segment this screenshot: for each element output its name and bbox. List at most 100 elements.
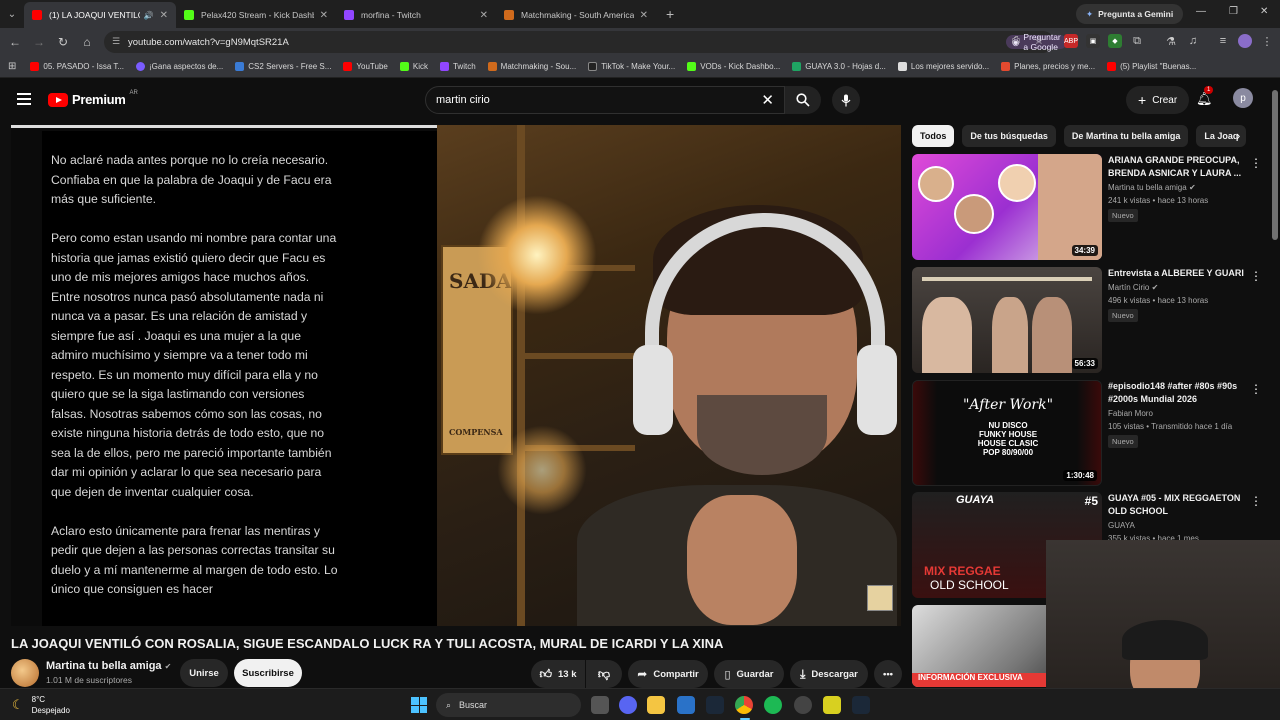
tab-search-icon[interactable]: ⌄: [0, 0, 24, 28]
gemini-button[interactable]: ✦ Pregunta a Gemini: [1076, 4, 1184, 24]
spotify-icon[interactable]: [764, 696, 782, 714]
bookmark-item[interactable]: TikTok - Make Your...: [588, 62, 675, 71]
recommendation-channel[interactable]: Martina tu bella amiga ✔: [1108, 183, 1196, 192]
task-view-icon[interactable]: [591, 696, 609, 714]
steam-icon[interactable]: [852, 696, 870, 714]
discord-icon[interactable]: [619, 696, 637, 714]
home-icon[interactable]: ⌂: [75, 35, 99, 49]
minimize-icon[interactable]: —: [1196, 6, 1206, 17]
steam-icon[interactable]: [706, 696, 724, 714]
close-window-icon[interactable]: ✕: [1260, 6, 1268, 17]
chip-from-channel[interactable]: De Martina tu bella amiga: [1063, 125, 1189, 147]
search-input[interactable]: martin cirio ✕: [425, 86, 785, 114]
forward-icon[interactable]: →: [27, 35, 51, 49]
file-explorer-icon[interactable]: [647, 696, 665, 714]
tab-youtube[interactable]: (1) LA JOAQUI VENTILÓ CO 🔊 ✕: [24, 2, 176, 28]
bookmark-item[interactable]: Kick: [399, 62, 428, 71]
bookmark-item[interactable]: Planes, precios y me...: [1001, 62, 1095, 71]
recommendation-title[interactable]: ARIANA GRANDE PREOCUPA, BRENDA ASNICAR Y…: [1108, 154, 1246, 180]
share-button[interactable]: ➦ Compartir: [628, 660, 708, 688]
extension-icon[interactable]: ▣: [1086, 34, 1100, 48]
tab-twitch[interactable]: morfina - Twitch ✕: [336, 2, 496, 28]
close-tab-icon[interactable]: ✕: [480, 10, 488, 21]
search-button[interactable]: [785, 86, 821, 114]
close-tab-icon[interactable]: ✕: [160, 10, 168, 21]
page-scrollbar[interactable]: [1272, 90, 1278, 240]
youtube-logo[interactable]: Premium AR: [48, 90, 138, 107]
bookmark-item[interactable]: GUAYA 3.0 - Hojas d...: [792, 62, 886, 71]
chevron-right-icon[interactable]: ›: [1236, 128, 1240, 143]
close-tab-icon[interactable]: ✕: [640, 10, 648, 21]
tab-kick[interactable]: Pelax420 Stream - Kick Dashbo ✕: [176, 2, 336, 28]
bookmark-item[interactable]: ¡Gana aspectos de...: [136, 62, 223, 71]
chip-from-searches[interactable]: De tus búsquedas: [962, 125, 1056, 147]
site-info-icon[interactable]: ☰: [112, 36, 120, 47]
account-avatar[interactable]: p: [1233, 88, 1253, 108]
windows-start-icon[interactable]: [411, 697, 427, 713]
new-tab-icon[interactable]: +: [666, 6, 674, 22]
create-button[interactable]: + Crear: [1126, 86, 1190, 114]
close-tab-icon[interactable]: ✕: [320, 10, 328, 21]
apps-grid-icon[interactable]: ⊞: [8, 61, 16, 72]
voice-search-button[interactable]: [832, 86, 860, 114]
dislike-button[interactable]: 👎︎: [586, 660, 622, 688]
video-player[interactable]: No aclaré nada antes porque no lo creía …: [11, 125, 901, 626]
join-button[interactable]: Unirse: [180, 659, 228, 687]
chip-all[interactable]: Todos: [912, 125, 955, 147]
recommendation-title[interactable]: Entrevista a ALBEREE Y GUARI: [1108, 267, 1246, 280]
more-vertical-icon[interactable]: ⋮: [1250, 382, 1262, 396]
bookmark-item[interactable]: Matchmaking - Sou...: [487, 62, 576, 71]
channel-name[interactable]: Martina tu bella amiga ✔: [46, 660, 171, 672]
save-button[interactable]: ▯ Guardar: [714, 660, 784, 688]
back-icon[interactable]: ←: [3, 35, 27, 49]
bookmark-item[interactable]: CS2 Servers - Free S...: [235, 62, 331, 71]
recommendation-channel[interactable]: Martín Cirio ✔: [1108, 283, 1158, 292]
notifications-button[interactable]: 🔔︎ 1: [1196, 86, 1214, 107]
reload-icon[interactable]: ↻: [51, 35, 75, 49]
app-icon[interactable]: [823, 696, 841, 714]
bookmark-item[interactable]: Twitch: [439, 62, 476, 71]
bookmark-item[interactable]: VODs - Kick Dashbo...: [687, 62, 780, 71]
bookmark-item[interactable]: YouTube: [343, 62, 388, 71]
more-menu-icon[interactable]: ⋮: [1260, 34, 1274, 48]
recommendation-title[interactable]: #episodio148 #after #80s #90s #2000s Mun…: [1108, 380, 1246, 406]
audio-icon[interactable]: 🔊: [144, 11, 154, 20]
more-vertical-icon[interactable]: ⋮: [1250, 156, 1262, 170]
clear-search-icon[interactable]: ✕: [761, 91, 774, 109]
outlook-icon[interactable]: [677, 696, 695, 714]
more-vertical-icon[interactable]: ⋮: [1250, 269, 1262, 283]
more-actions-button[interactable]: •••: [874, 660, 902, 688]
media-icon[interactable]: ♫: [1186, 34, 1200, 48]
bookmark-star-icon[interactable]: ☆: [1034, 34, 1044, 47]
video-thumbnail[interactable]: 34:39: [912, 154, 1102, 260]
channel-avatar[interactable]: [11, 659, 39, 687]
playlist-icon[interactable]: ≡: [1216, 34, 1230, 48]
bookmark-item[interactable]: (5) Playlist "Buenas...: [1107, 62, 1196, 71]
adblock-icon[interactable]: ABP: [1064, 34, 1078, 48]
like-button[interactable]: 👍︎ 13 k: [531, 660, 585, 688]
url-input[interactable]: ☰ youtube.com/watch?v=gN9MqtSR21A ◉ Preg…: [104, 31, 1067, 53]
flask-icon[interactable]: ⚗: [1164, 34, 1178, 48]
video-thumbnail[interactable]: "After Work" NU DISCO FUNKY HOUSE HOUSE …: [912, 380, 1102, 486]
bookmark-item[interactable]: 05. PASADO - Issa T...: [30, 62, 124, 71]
tab-matchmaking[interactable]: Matchmaking - South America ✕: [496, 2, 656, 28]
recommendation-channel[interactable]: GUAYA: [1108, 521, 1135, 530]
menu-icon[interactable]: [17, 93, 31, 108]
more-vertical-icon[interactable]: ⋮: [1250, 494, 1262, 508]
recommendation-item[interactable]: "After Work" NU DISCO FUNKY HOUSE HOUSE …: [912, 380, 1262, 486]
channel-watermark[interactable]: [867, 585, 893, 611]
profile-icon[interactable]: [1238, 34, 1252, 48]
weather-widget[interactable]: ☾ 8°C Despejado: [12, 694, 70, 716]
obs-icon[interactable]: [794, 696, 812, 714]
extension-icon[interactable]: ◆: [1108, 34, 1122, 48]
restore-icon[interactable]: ❐: [1229, 6, 1238, 17]
download-button[interactable]: ⤓ Descargar: [790, 660, 868, 688]
bookmark-item[interactable]: Los mejores servido...: [897, 62, 989, 71]
recommendation-item[interactable]: 56:33 Entrevista a ALBEREE Y GUARI Martí…: [912, 267, 1262, 373]
recommendation-channel[interactable]: Fabian Moro: [1108, 409, 1153, 418]
taskbar-search[interactable]: ⌕ Buscar: [436, 693, 581, 717]
subscribe-button[interactable]: Suscribirse: [234, 659, 302, 687]
video-thumbnail[interactable]: 56:33: [912, 267, 1102, 373]
recommendation-item[interactable]: 34:39 ARIANA GRANDE PREOCUPA, BRENDA ASN…: [912, 154, 1262, 260]
recommendation-title[interactable]: GUAYA #05 - MIX REGGAETON OLD SCHOOL: [1108, 492, 1246, 518]
